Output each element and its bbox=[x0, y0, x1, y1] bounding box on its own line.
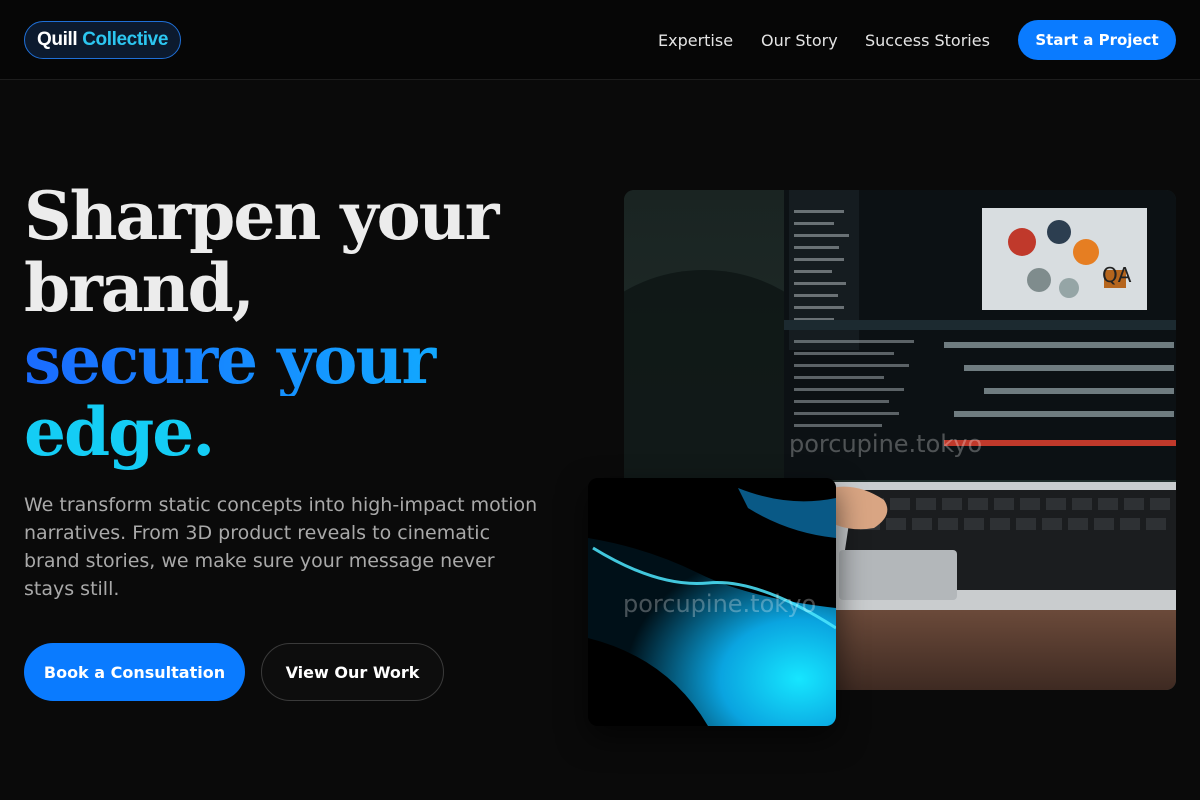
book-consultation-button[interactable]: Book a Consultation bbox=[24, 643, 245, 701]
logo-text-primary: Quill bbox=[37, 29, 78, 50]
small-image-watermark: porcupine.tokyo bbox=[623, 590, 816, 618]
site-header: Quill Collective Expertise Our Story Suc… bbox=[0, 0, 1200, 80]
svg-text:QA: QA bbox=[1102, 263, 1132, 287]
nav-link-our-story[interactable]: Our Story bbox=[761, 31, 838, 50]
logo[interactable]: Quill Collective bbox=[24, 21, 181, 59]
headline-line-2: brand, bbox=[24, 249, 255, 327]
abstract-illustration: porcupine.tokyo bbox=[588, 478, 836, 726]
headline-line-3: secure your bbox=[24, 324, 544, 396]
hero-headline: Sharpen your brand, secure your edge. bbox=[24, 180, 544, 468]
logo-text-accent: Collective bbox=[82, 29, 168, 50]
nav-link-expertise[interactable]: Expertise bbox=[658, 31, 733, 50]
main-image-watermark: porcupine.tokyo bbox=[789, 430, 982, 458]
start-project-button[interactable]: Start a Project bbox=[1018, 20, 1176, 60]
headline-line-4: edge. bbox=[24, 393, 215, 471]
view-our-work-button[interactable]: View Our Work bbox=[261, 643, 444, 701]
headline-line-1: Sharpen your bbox=[24, 177, 499, 255]
hero-subtext: We transform static concepts into high-i… bbox=[24, 494, 538, 600]
nav-link-success-stories[interactable]: Success Stories bbox=[865, 31, 990, 50]
abstract-blue-image: porcupine.tokyo bbox=[588, 478, 836, 726]
